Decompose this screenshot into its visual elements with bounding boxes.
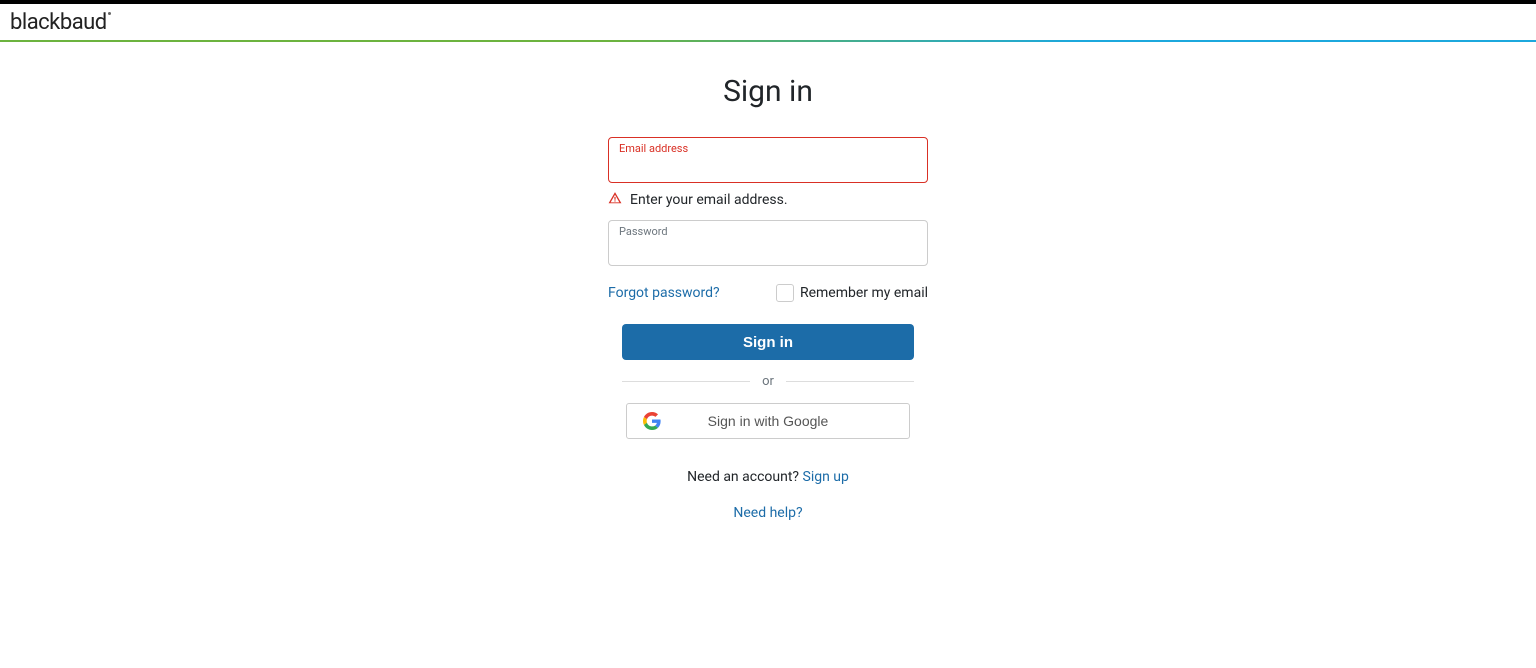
warning-icon xyxy=(608,191,622,208)
google-icon xyxy=(643,412,661,430)
divider-line-right xyxy=(786,381,914,382)
google-signin-button[interactable]: Sign in with Google xyxy=(626,403,910,439)
email-error-row: Enter your email address. xyxy=(608,191,928,208)
need-account-text: Need an account? xyxy=(687,469,802,485)
password-label: Password xyxy=(619,225,668,238)
need-help-row: Need help? xyxy=(608,505,928,521)
need-account-row: Need an account? Sign up xyxy=(608,469,928,485)
remember-wrap: Remember my email xyxy=(776,284,928,302)
divider-text: or xyxy=(750,374,786,389)
remember-label: Remember my email xyxy=(800,285,928,301)
header: blackbaud xyxy=(0,4,1536,40)
page-title: Sign in xyxy=(723,74,813,109)
signin-form: Email address Enter your email address. … xyxy=(608,137,928,521)
divider: or xyxy=(622,374,914,389)
password-field-wrap[interactable]: Password xyxy=(608,220,928,266)
signin-button[interactable]: Sign in xyxy=(622,324,914,360)
signup-link[interactable]: Sign up xyxy=(803,469,849,485)
need-help-link[interactable]: Need help? xyxy=(733,505,802,521)
email-field-wrap[interactable]: Email address xyxy=(608,137,928,183)
email-label: Email address xyxy=(619,142,688,155)
brand-logo: blackbaud xyxy=(10,10,107,35)
google-signin-label: Sign in with Google xyxy=(708,413,829,429)
password-input[interactable] xyxy=(619,239,917,261)
options-row: Forgot password? Remember my email xyxy=(608,284,928,302)
divider-line-left xyxy=(622,381,750,382)
forgot-password-link[interactable]: Forgot password? xyxy=(608,285,720,301)
email-input[interactable] xyxy=(619,156,917,178)
signin-content: Sign in Email address Enter your email a… xyxy=(0,42,1536,521)
remember-checkbox[interactable] xyxy=(776,284,794,302)
email-error-text: Enter your email address. xyxy=(630,192,788,208)
